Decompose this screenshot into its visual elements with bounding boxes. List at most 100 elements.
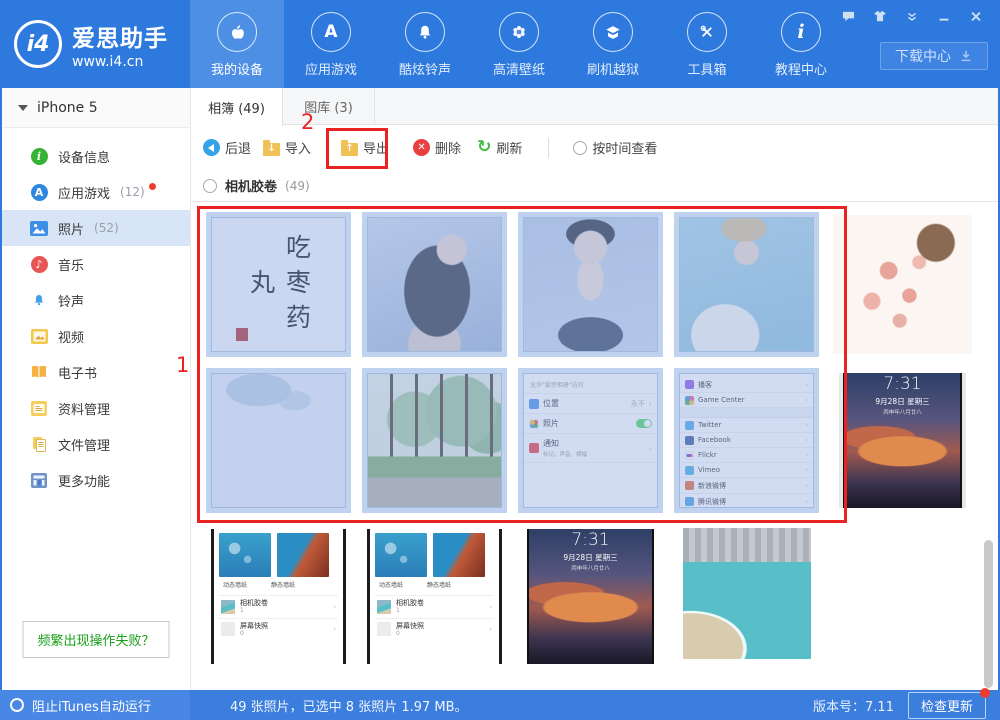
delete-button[interactable]: ✕ 删除 bbox=[413, 138, 461, 157]
status-bar: 阻止iTunes自动运行 49 张照片，已选中 8 张照片 1.97 MB。 版… bbox=[0, 690, 1000, 720]
view-by-time-radio[interactable]: 按时间查看 bbox=[573, 138, 657, 157]
photo-screenshot-settings: 允许"爱思相册"访问 位置 永不 › 照片 通知标记、声音、横幅 bbox=[523, 373, 658, 508]
photo-portrait bbox=[679, 217, 814, 352]
sidebar-item-photos[interactable]: 照片 (52) bbox=[2, 210, 190, 246]
photo-illustration bbox=[833, 215, 972, 354]
photo-thumbnail[interactable]: 播客› Game Center› Twitter› Facebook› Flic… bbox=[674, 368, 819, 513]
window-border-left bbox=[0, 88, 2, 720]
photo-thumbnail[interactable] bbox=[674, 524, 819, 669]
bell-icon bbox=[405, 12, 445, 52]
photo-thumbnail[interactable]: 吃枣药丸 bbox=[206, 212, 351, 357]
sidebar: iPhone 5 i 设备信息 A 应用游戏 (12) 照片 (52) ♪ bbox=[2, 88, 190, 690]
photo-illustration bbox=[211, 373, 346, 508]
facebook-icon bbox=[685, 436, 694, 445]
toggle-on bbox=[636, 419, 652, 428]
photo-thumbnail[interactable]: 7:31 9月28日 星期三 丙申年八月廿八 bbox=[830, 368, 975, 513]
collapse-icon[interactable] bbox=[902, 8, 922, 24]
files-icon bbox=[30, 435, 48, 453]
download-center-button[interactable]: 下载中心 bbox=[880, 42, 988, 70]
photo-thumbnail[interactable]: 允许"爱思相册"访问 位置 永不 › 照片 通知标记、声音、横幅 bbox=[518, 368, 663, 513]
apple-icon bbox=[217, 12, 257, 52]
main-panel: 相簿 (49) 图库 (3) 后退 ↓ 导入 ↑ 导出 ✕ 删除 ↻ 刷新 bbox=[190, 88, 998, 690]
tab-albums[interactable]: 相簿 (49) bbox=[191, 88, 283, 126]
photo-wallpaper-settings: 动态墙纸静态墙纸 相机胶卷1 › 屏幕快照0 › bbox=[367, 529, 502, 664]
video-icon bbox=[30, 327, 48, 345]
toolbar-divider bbox=[548, 138, 549, 158]
sidebar-item-device-info[interactable]: i 设备信息 bbox=[2, 138, 190, 174]
device-selector[interactable]: iPhone 5 bbox=[2, 88, 190, 128]
photo-thumbnail[interactable] bbox=[518, 212, 663, 357]
version-label: 版本号：7.11 bbox=[813, 696, 894, 715]
nav-apps-games[interactable]: A 应用游戏 bbox=[284, 0, 378, 88]
nav-toolbox[interactable]: 工具箱 bbox=[660, 0, 754, 88]
notification-dot bbox=[149, 183, 156, 190]
app-url: www.i4.cn bbox=[72, 54, 168, 70]
sidebar-item-music[interactable]: ♪ 音乐 bbox=[2, 246, 190, 282]
sidebar-item-apps-games[interactable]: A 应用游戏 (12) bbox=[2, 174, 190, 210]
photo-thumbnail[interactable] bbox=[674, 212, 819, 357]
feedback-icon[interactable] bbox=[838, 8, 858, 24]
refresh-button[interactable]: ↻ 刷新 bbox=[477, 138, 522, 157]
download-icon bbox=[959, 49, 973, 63]
sidebar-item-file-management[interactable]: 文件管理 bbox=[2, 426, 190, 462]
photo-thumbnail[interactable] bbox=[362, 368, 507, 513]
seal-stamp bbox=[236, 328, 248, 341]
nav-my-device[interactable]: 我的设备 bbox=[190, 0, 284, 88]
skin-icon[interactable] bbox=[870, 8, 890, 24]
vertical-scrollbar[interactable] bbox=[984, 540, 993, 688]
back-icon bbox=[203, 139, 220, 156]
camera-roll-radio[interactable] bbox=[203, 179, 217, 193]
still-wallpaper-thumb bbox=[277, 533, 329, 577]
device-name: iPhone 5 bbox=[37, 100, 98, 116]
sina-weibo-icon bbox=[685, 481, 694, 490]
bell-mini-icon bbox=[30, 291, 48, 309]
nav-tutorials[interactable]: i 教程中心 bbox=[754, 0, 848, 88]
grid-icon bbox=[30, 471, 48, 489]
photos-icon bbox=[30, 219, 48, 237]
podcasts-icon bbox=[685, 380, 694, 389]
back-button[interactable]: 后退 bbox=[203, 138, 251, 157]
camera-roll-row: 相机胶卷 (49) bbox=[191, 170, 998, 202]
photo-thumbnail[interactable]: 动态墙纸静态墙纸 相机胶卷1 › 屏幕快照0 › bbox=[206, 524, 351, 669]
itunes-toggle-area: 阻止iTunes自动运行 bbox=[0, 690, 190, 720]
nav-flash-jailbreak[interactable]: 刷机越狱 bbox=[566, 0, 660, 88]
update-notification-dot bbox=[980, 688, 990, 698]
import-button[interactable]: ↓ 导入 bbox=[263, 138, 311, 157]
check-update-button[interactable]: 检查更新 bbox=[908, 692, 986, 719]
photo-thumbnail[interactable] bbox=[206, 368, 351, 513]
tab-gallery[interactable]: 图库 (3) bbox=[283, 88, 375, 124]
vimeo-icon bbox=[685, 466, 694, 475]
nav-ringtones[interactable]: 酷炫铃声 bbox=[378, 0, 472, 88]
sidebar-item-ebooks[interactable]: 电子书 bbox=[2, 354, 190, 390]
photo-lockscreen: 7:31 9月28日 星期三 丙申年八月廿八 bbox=[839, 373, 966, 508]
operation-failure-help-button[interactable]: 频繁出现操作失败？ bbox=[22, 621, 169, 658]
app-title: 爱思助手 bbox=[72, 19, 168, 53]
photo-wallpaper-settings: 动态墙纸静态墙纸 相机胶卷1 › 屏幕快照0 › bbox=[211, 529, 346, 664]
camera-roll-count: (49) bbox=[285, 179, 310, 193]
location-icon bbox=[529, 399, 539, 409]
itunes-block-radio[interactable] bbox=[10, 698, 24, 712]
export-button[interactable]: ↑ 导出 bbox=[341, 138, 389, 157]
dynamic-wallpaper-thumb bbox=[375, 533, 427, 577]
tencent-weibo-icon bbox=[685, 497, 694, 506]
photo-thumbnail[interactable]: 7:31 9月28日 星期三 丙申年八月廿八 bbox=[518, 524, 663, 669]
notifications-icon bbox=[529, 443, 539, 453]
close-icon[interactable] bbox=[966, 8, 986, 24]
photo-thumbnail[interactable] bbox=[830, 212, 975, 357]
sidebar-item-data-management[interactable]: 资料管理 bbox=[2, 390, 190, 426]
sidebar-item-ringtones[interactable]: 铃声 bbox=[2, 282, 190, 318]
music-icon: ♪ bbox=[30, 255, 48, 273]
sidebar-item-videos[interactable]: 视频 bbox=[2, 318, 190, 354]
photo-thumbnail[interactable]: 动态墙纸静态墙纸 相机胶卷1 › 屏幕快照0 › bbox=[362, 524, 507, 669]
sidebar-item-more-features[interactable]: 更多功能 bbox=[2, 462, 190, 498]
info-icon: i bbox=[781, 12, 821, 52]
minimize-icon[interactable] bbox=[934, 8, 954, 24]
itunes-block-label: 阻止iTunes自动运行 bbox=[32, 696, 151, 715]
chevron-down-icon bbox=[18, 105, 28, 111]
gamecenter-icon bbox=[685, 396, 694, 405]
dynamic-wallpaper-thumb bbox=[219, 533, 271, 577]
photo-thumbnail[interactable] bbox=[362, 212, 507, 357]
twitter-icon bbox=[685, 421, 694, 430]
flower-icon bbox=[499, 12, 539, 52]
nav-wallpapers[interactable]: 高清壁纸 bbox=[472, 0, 566, 88]
